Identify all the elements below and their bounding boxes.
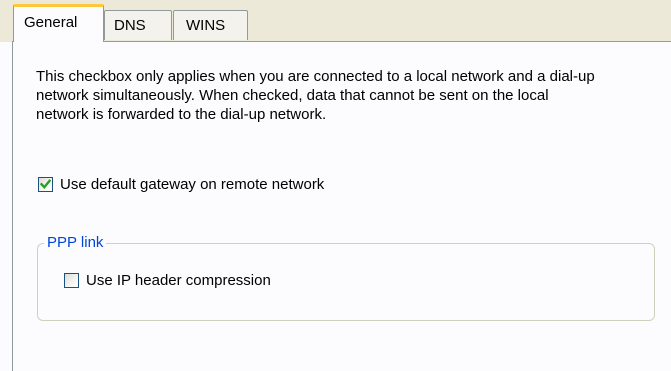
ip-header-compression-label: Use IP header compression — [86, 272, 271, 289]
ip-header-compression-option[interactable]: Use IP header compression — [64, 272, 271, 289]
use-default-gateway-option[interactable]: Use default gateway on remote network — [38, 176, 324, 193]
ppp-link-group-title: PPP link — [44, 233, 107, 253]
tab-general[interactable]: General — [13, 4, 104, 42]
ip-header-compression-checkbox[interactable] — [64, 273, 79, 288]
gateway-description: This checkbox only applies when you are … — [36, 68, 595, 123]
tab-dns[interactable]: DNS — [104, 10, 172, 40]
use-default-gateway-label: Use default gateway on remote network — [60, 176, 325, 193]
tab-wins[interactable]: WINS — [173, 10, 248, 40]
check-mark-icon — [40, 179, 51, 189]
tab-wins-label: WINS — [186, 17, 226, 34]
use-default-gateway-checkbox[interactable] — [38, 177, 53, 192]
tab-general-label: General — [24, 14, 78, 31]
tab-strip: General DNS WINS — [0, 0, 671, 42]
tab-dns-label: DNS — [114, 17, 146, 34]
